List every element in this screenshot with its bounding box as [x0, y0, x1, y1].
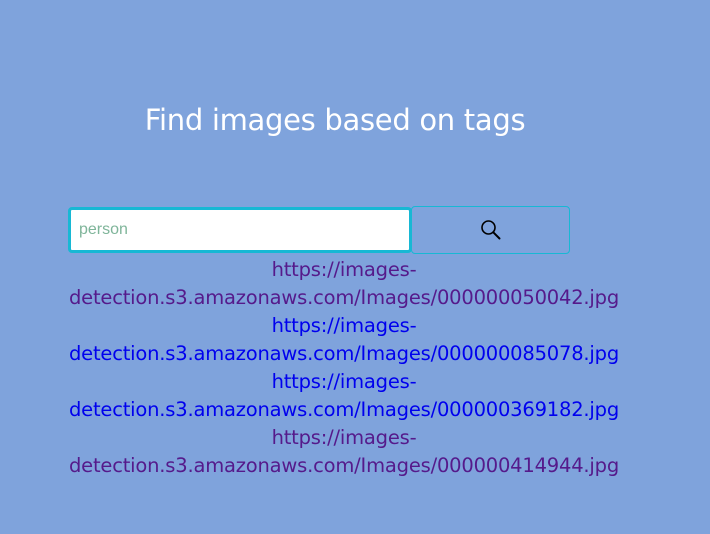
- search-input[interactable]: [68, 207, 412, 253]
- result-link-line: detection.s3.amazonaws.com/Images/000000…: [69, 454, 619, 477]
- search-icon: [480, 220, 500, 240]
- result-link-line: https://images-: [271, 426, 417, 449]
- result-link-line: https://images-: [271, 370, 417, 393]
- result-link-line: https://images-: [271, 258, 417, 281]
- result-link[interactable]: https://images- detection.s3.amazonaws.c…: [40, 312, 648, 368]
- result-link[interactable]: https://images- detection.s3.amazonaws.c…: [40, 368, 648, 424]
- result-link-line: detection.s3.amazonaws.com/Images/000000…: [69, 342, 619, 365]
- result-link[interactable]: https://images- detection.s3.amazonaws.c…: [40, 256, 648, 312]
- page-title: Find images based on tags: [144, 103, 526, 137]
- result-link-line: detection.s3.amazonaws.com/Images/000000…: [69, 398, 619, 421]
- result-link-line: detection.s3.amazonaws.com/Images/000000…: [69, 286, 619, 309]
- search-bar: [68, 206, 570, 254]
- result-link-line: https://images-: [271, 314, 417, 337]
- search-button[interactable]: [411, 206, 570, 254]
- results-list: https://images- detection.s3.amazonaws.c…: [40, 256, 648, 480]
- result-link[interactable]: https://images- detection.s3.amazonaws.c…: [40, 424, 648, 480]
